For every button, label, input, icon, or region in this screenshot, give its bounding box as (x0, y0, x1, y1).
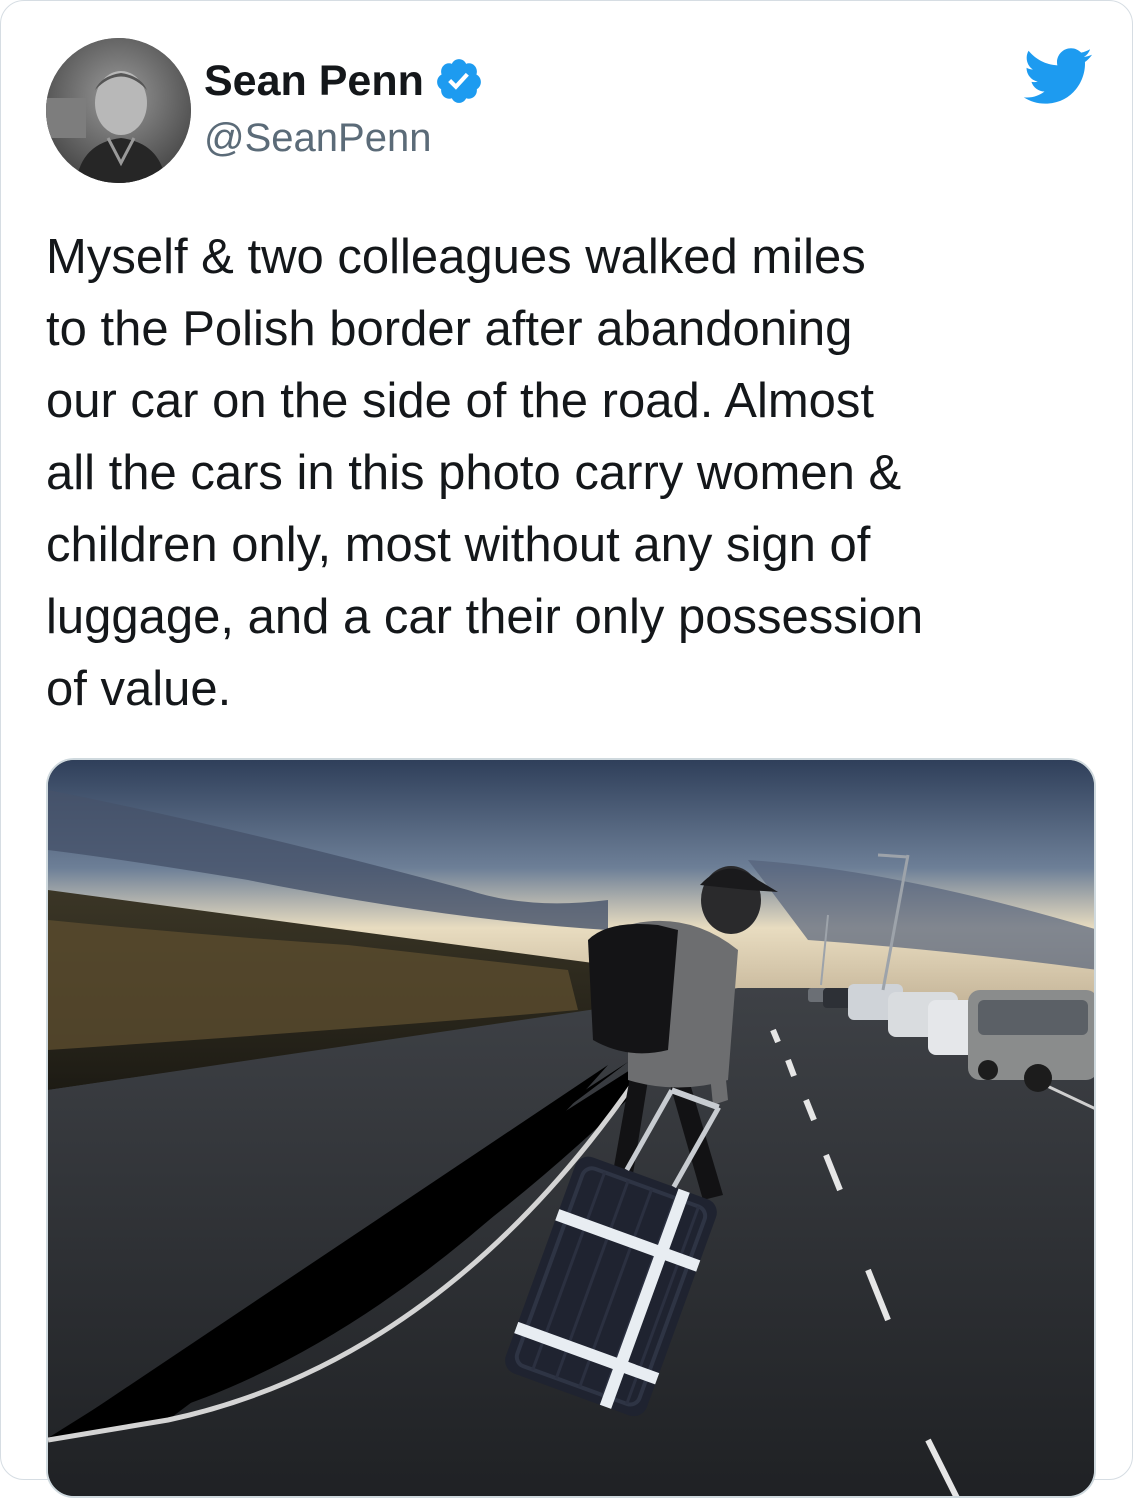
tweet-photo[interactable] (46, 758, 1096, 1498)
author-display-name[interactable]: Sean Penn (204, 57, 424, 106)
author-name[interactable]: Sean Penn (204, 51, 484, 111)
verified-badge-icon (434, 56, 484, 106)
tweet-card: Sean Penn @SeanPenn Myself & two colleag… (0, 0, 1133, 1498)
author-handle[interactable]: @SeanPenn (204, 116, 431, 161)
author-avatar[interactable] (46, 38, 191, 183)
tweet-body-text: Myself & two colleagues walked miles to … (46, 230, 924, 716)
twitter-bird-icon (1021, 46, 1093, 106)
